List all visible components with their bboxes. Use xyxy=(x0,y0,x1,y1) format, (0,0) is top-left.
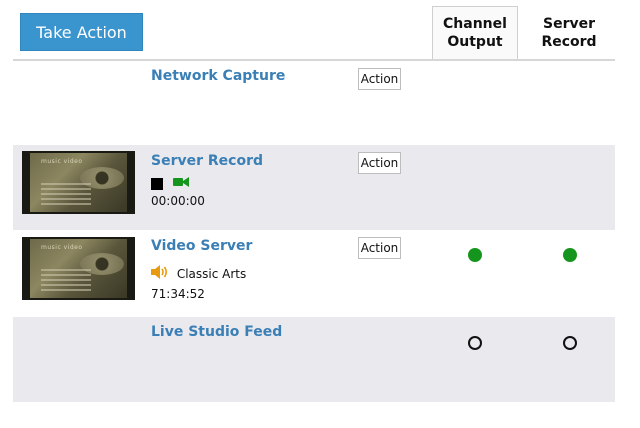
server-record-status-on[interactable] xyxy=(563,248,577,262)
table-row-live-studio-feed: Live Studio Feed xyxy=(13,317,615,402)
column-header-server-record[interactable]: Server Record xyxy=(526,6,612,59)
row-timecode: 00:00:00 xyxy=(151,194,205,208)
table-row-video-server: music video Video Server Action Classic … xyxy=(13,230,615,317)
row-name-link[interactable]: Network Capture xyxy=(151,68,285,84)
thumbnail-tag: music video xyxy=(41,158,83,165)
column-header-line2: Output xyxy=(447,34,503,50)
table-row-network-capture: Network Capture Action xyxy=(13,61,615,145)
audio-source-label: Classic Arts xyxy=(176,266,247,281)
column-header-channel-output[interactable]: Channel Output xyxy=(432,6,518,59)
row-name-link[interactable]: Server Record xyxy=(151,153,263,169)
thumbnail-tag: music video xyxy=(41,244,83,251)
table-row-server-record: music video Server Record Action 00:00:0… xyxy=(13,145,615,230)
row-action-button[interactable]: Action xyxy=(358,237,401,259)
thumbnail-text-lines xyxy=(41,183,91,208)
channel-output-status-off[interactable] xyxy=(468,336,482,350)
thumbnail-image: music video xyxy=(30,153,127,212)
stop-icon[interactable] xyxy=(151,177,163,190)
row-action-button[interactable]: Action xyxy=(358,68,401,90)
video-thumbnail[interactable]: music video xyxy=(22,151,135,214)
row-name-link[interactable]: Live Studio Feed xyxy=(151,324,282,340)
server-record-status-off[interactable] xyxy=(563,336,577,350)
column-header-line1: Server xyxy=(542,15,595,32)
take-action-button[interactable]: Take Action xyxy=(20,13,143,51)
record-controls xyxy=(151,176,189,190)
channel-output-status-on[interactable] xyxy=(468,248,482,262)
column-header-line1: Channel xyxy=(443,16,507,32)
row-timecode: 71:34:52 xyxy=(151,287,205,301)
row-name-link[interactable]: Video Server xyxy=(151,238,252,254)
thumbnail-image: music video xyxy=(30,239,127,298)
column-header-line2: Record xyxy=(541,33,597,50)
video-camera-icon[interactable] xyxy=(172,176,189,191)
audio-source: Classic Arts xyxy=(151,265,246,282)
thumbnail-text-lines xyxy=(41,269,91,294)
video-thumbnail[interactable]: music video xyxy=(22,237,135,300)
row-action-button[interactable]: Action xyxy=(358,152,401,174)
speaker-icon[interactable] xyxy=(151,265,169,282)
